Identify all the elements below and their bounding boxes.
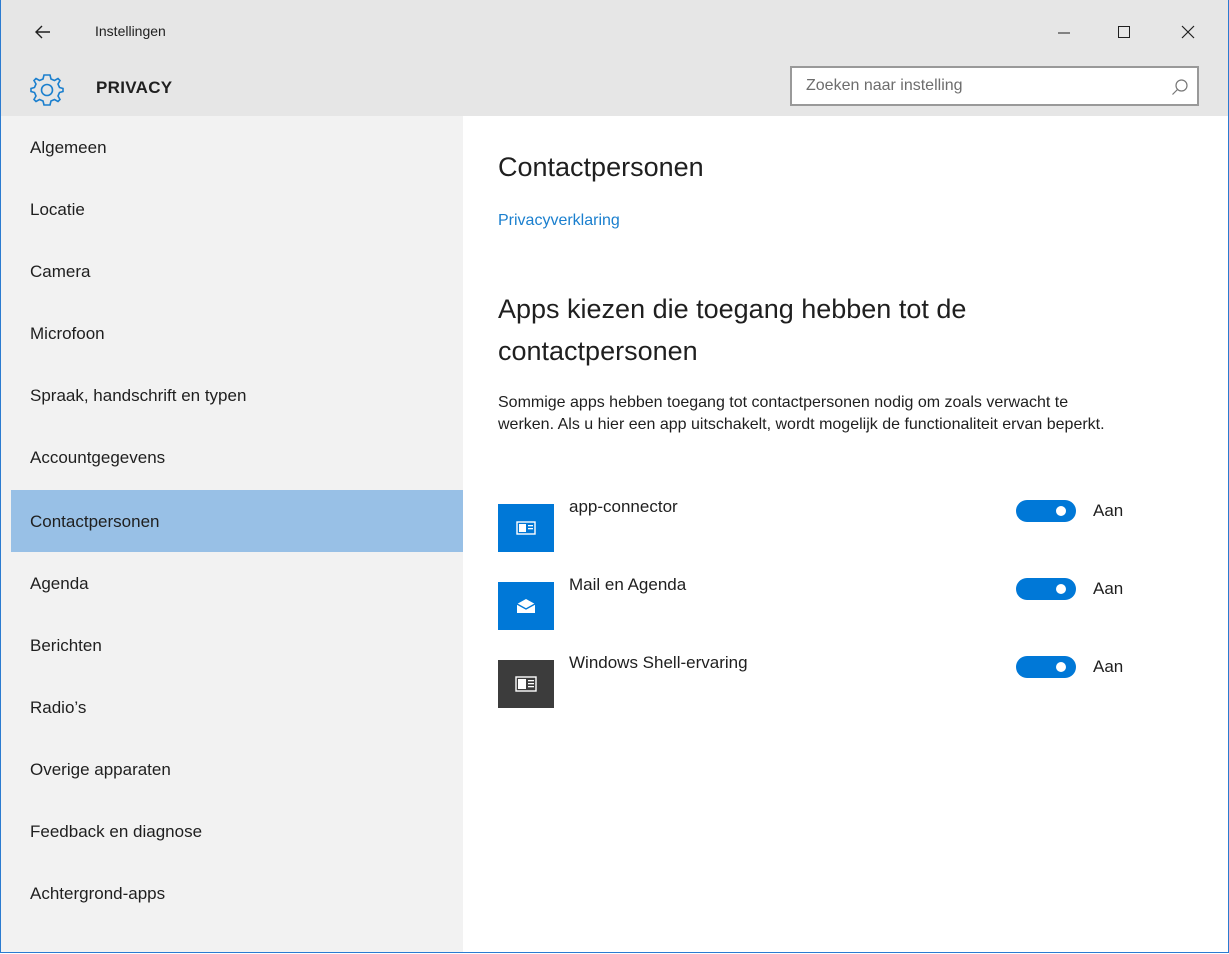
section-heading: Apps kiezen die toegang hebben tot de co… [498, 294, 967, 366]
toggle-knob [1056, 584, 1066, 594]
mail-en-agenda-toggle[interactable] [1016, 578, 1076, 600]
sidebar-item-label: Microfoon [30, 324, 105, 343]
app-name: Windows Shell-ervaring [569, 653, 748, 672]
settings-window: Instellingen PRIVACY Zoeken naar instell… [0, 0, 1229, 953]
close-button[interactable] [1165, 14, 1211, 50]
app-name: Mail en Agenda [569, 575, 687, 594]
sidebar-item-label: Locatie [30, 200, 85, 219]
maximize-icon [1118, 26, 1130, 38]
sidebar-item-microfoon[interactable]: Microfoon [1, 302, 463, 364]
section-title: PRIVACY [96, 78, 173, 97]
toggle-knob [1056, 506, 1066, 516]
sidebar-item-agenda[interactable]: Agenda [1, 552, 463, 614]
app-connector-toggle[interactable] [1016, 500, 1076, 522]
back-arrow-icon [35, 25, 50, 39]
sidebar-item-label: Achtergrond-apps [30, 884, 166, 903]
sidebar-item-label: Contactpersonen [30, 512, 160, 531]
app-title: Instellingen [95, 23, 166, 39]
app-row-app-connector: app-connector Aan [498, 496, 1198, 552]
sidebar-item-achtergrond-apps[interactable]: Achtergrond-apps [1, 862, 463, 924]
minimize-button[interactable] [1041, 14, 1087, 50]
search-input[interactable]: Zoeken naar instelling [806, 77, 963, 95]
sidebar-item-spraak[interactable]: Spraak, handschrift en typen [1, 364, 463, 426]
close-icon [1181, 25, 1195, 39]
sidebar-item-overige-apparaten[interactable]: Overige apparaten [1, 738, 463, 800]
sidebar-item-label: Spraak, handschrift en typen [30, 386, 247, 405]
sidebar-item-label: Accountgegevens [30, 448, 166, 467]
app-row-mail-en-agenda: Mail en Agenda Aan [498, 574, 1198, 630]
toggle-knob [1056, 662, 1066, 672]
minimize-icon [1058, 32, 1070, 34]
sidebar-item-label: Algemeen [30, 138, 107, 157]
title-bar: Instellingen [1, 0, 1228, 64]
gear-icon [30, 74, 64, 106]
sidebar-item-label: Feedback en diagnose [30, 822, 203, 841]
app-connector-icon [498, 504, 554, 552]
main-content: Contactpersonen Privacyverklaring Apps k… [463, 116, 1228, 952]
app-row-windows-shell: Windows Shell-ervaring Aan [498, 652, 1198, 708]
sidebar: Algemeen Locatie Camera Microfoon Spraak… [1, 116, 463, 952]
maximize-button[interactable] [1101, 14, 1147, 50]
sidebar-item-berichten[interactable]: Berichten [1, 614, 463, 676]
windows-shell-toggle[interactable] [1016, 656, 1076, 678]
header-bar: PRIVACY Zoeken naar instelling [1, 64, 1228, 116]
sidebar-item-radios[interactable]: Radio’s [1, 676, 463, 738]
sidebar-item-algemeen[interactable]: Algemeen [1, 116, 463, 178]
sidebar-item-locatie[interactable]: Locatie [1, 178, 463, 240]
toggle-label: Aan [1093, 657, 1124, 676]
sidebar-item-contactpersonen[interactable]: Contactpersonen [11, 490, 463, 552]
app-name: app-connector [569, 497, 678, 516]
shell-window-icon [498, 660, 554, 708]
sidebar-item-label: Radio’s [30, 698, 87, 717]
mail-icon [498, 582, 554, 630]
page-title: Contactpersonen [498, 152, 704, 182]
search-box[interactable]: Zoeken naar instelling [790, 66, 1199, 106]
sidebar-item-label: Overige apparaten [30, 760, 171, 779]
sidebar-item-label: Agenda [30, 574, 89, 593]
privacy-statement-link[interactable]: Privacyverklaring [498, 212, 620, 230]
toggle-label: Aan [1093, 579, 1124, 598]
sidebar-item-label: Berichten [30, 636, 102, 655]
sidebar-item-camera[interactable]: Camera [1, 240, 463, 302]
search-icon[interactable] [1171, 78, 1189, 96]
section-description: Sommige apps hebben toegang tot contactp… [498, 394, 1105, 433]
sidebar-item-accountgegevens[interactable]: Accountgegevens [1, 426, 463, 488]
sidebar-item-label: Camera [30, 262, 91, 281]
sidebar-item-feedback[interactable]: Feedback en diagnose [1, 800, 463, 862]
back-button[interactable] [19, 14, 67, 50]
toggle-label: Aan [1093, 501, 1124, 520]
